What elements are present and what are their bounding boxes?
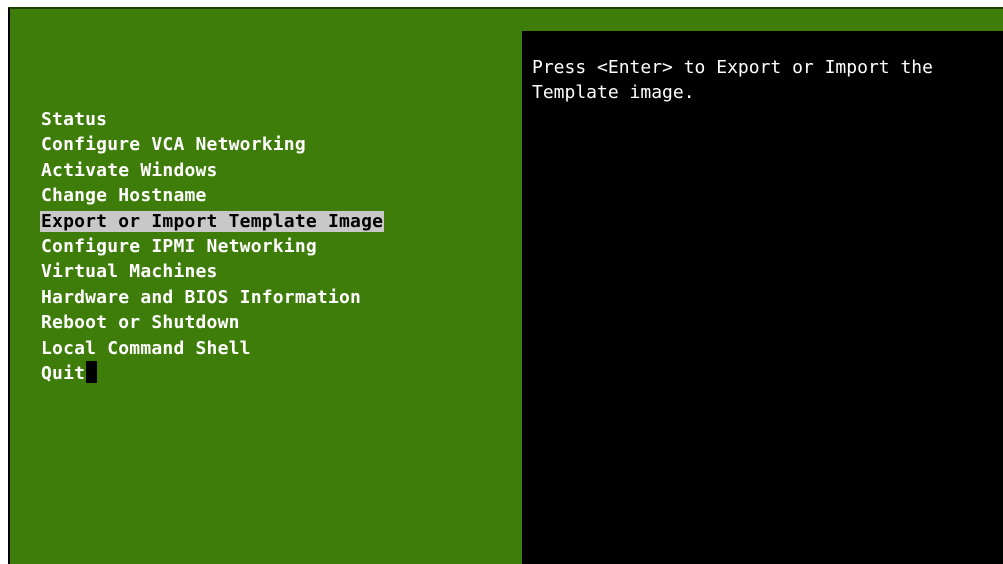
- menu-item-change-hostname[interactable]: Change Hostname: [40, 183, 384, 208]
- menu-item-export-import-template[interactable]: Export or Import Template Image: [40, 209, 385, 234]
- help-panel: Press <Enter> to Export or Import the Tem…: [522, 31, 1003, 564]
- main-menu: Status Configure VCA Networking Activate…: [40, 107, 385, 386]
- menu-item-label: Hardware and BIOS Information: [41, 286, 362, 308]
- menu-item-label: Quit: [41, 362, 86, 384]
- menu-item-hardware-bios-info[interactable]: Hardware and BIOS Information: [40, 285, 384, 310]
- menu-item-local-command-shell[interactable]: Local Command Shell: [40, 336, 384, 361]
- help-text: Press <Enter> to Export or Import the Tem…: [532, 55, 1002, 105]
- help-text-line-2: Template image.: [532, 82, 695, 103]
- console-window: Status Configure VCA Networking Activate…: [8, 7, 1003, 564]
- screen: Status Configure VCA Networking Activate…: [0, 0, 1003, 564]
- menu-item-status[interactable]: Status: [40, 107, 384, 132]
- menu-item-label: Change Hostname: [41, 185, 207, 207]
- menu-item-label: Configure IPMI Networking: [41, 235, 317, 257]
- menu-item-label: Activate Windows: [41, 159, 218, 181]
- menu-item-label: Status: [41, 109, 108, 130]
- menu-item-configure-vca-networking[interactable]: Configure VCA Networking: [40, 132, 384, 157]
- menu-item-configure-ipmi-networking[interactable]: Configure IPMI Networking: [40, 234, 384, 259]
- menu-item-activate-windows[interactable]: Activate Windows: [40, 158, 384, 183]
- menu-item-virtual-machines[interactable]: Virtual Machines: [40, 259, 384, 284]
- menu-item-label: Export or Import Template Image: [40, 210, 385, 232]
- menu-item-label: Configure VCA Networking: [41, 134, 306, 156]
- help-text-line-1: Press <Enter> to Export or Import the: [532, 57, 933, 78]
- menu-item-reboot-shutdown[interactable]: Reboot or Shutdown: [40, 310, 384, 335]
- menu-item-label: Local Command Shell: [41, 337, 251, 359]
- menu-item-quit[interactable]: Quit: [40, 360, 384, 386]
- text-cursor: [86, 360, 98, 383]
- menu-item-label: Reboot or Shutdown: [41, 312, 240, 334]
- menu-item-label: Virtual Machines: [41, 261, 218, 283]
